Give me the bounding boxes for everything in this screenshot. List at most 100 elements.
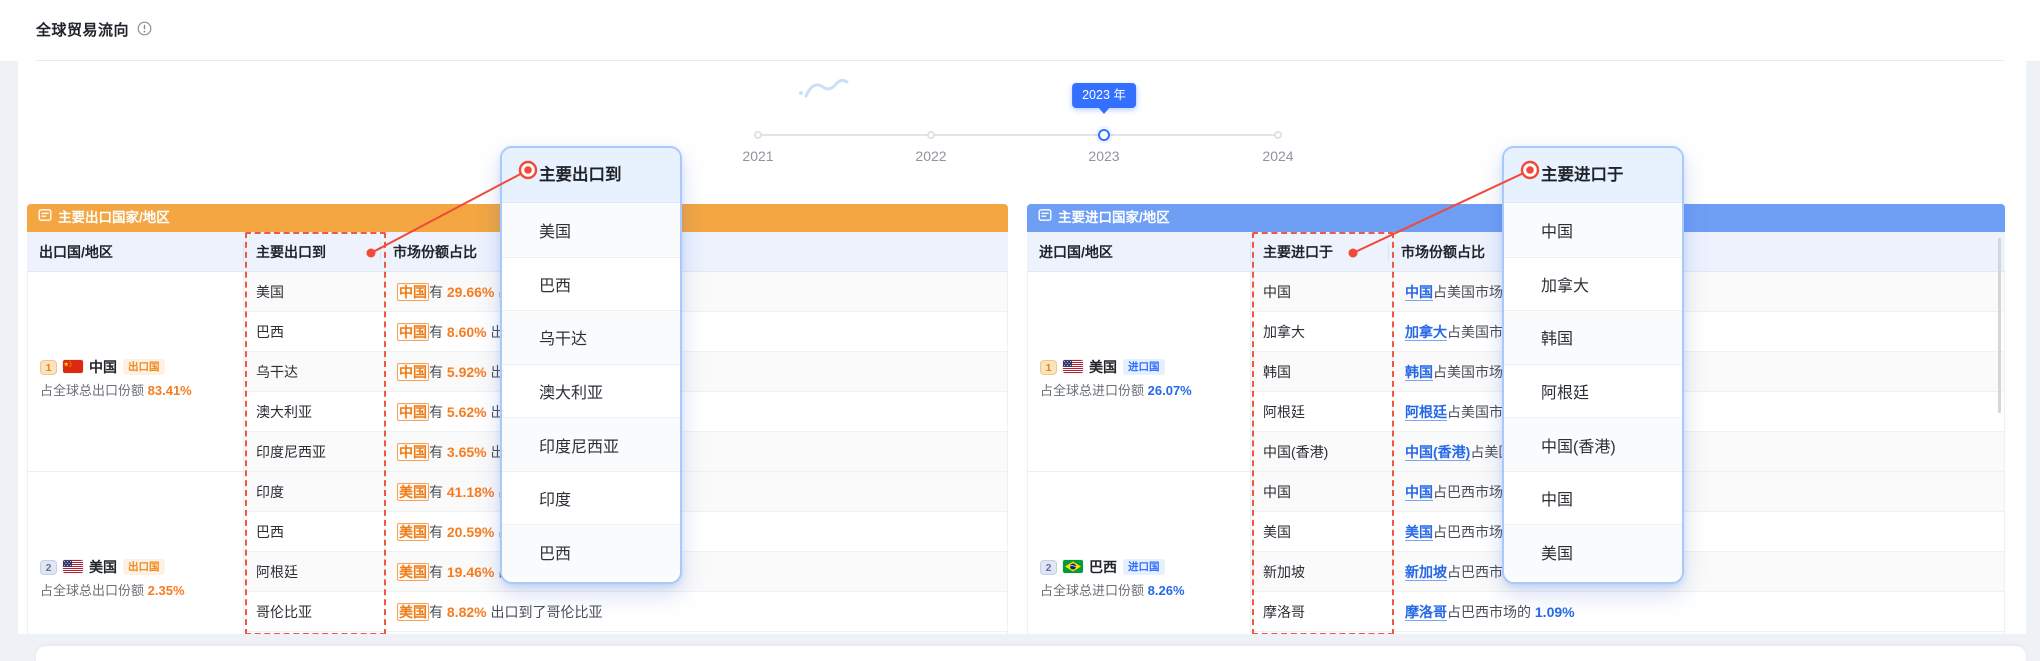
import-source-popup[interactable]: 主要进口于 中国加拿大韩国阿根廷中国(香港)中国美国	[1502, 146, 1684, 584]
country-name: 美国	[89, 557, 117, 577]
popup-menu-item[interactable]: 乌干达	[502, 311, 680, 365]
country-highlight[interactable]: 中国	[397, 283, 429, 301]
country-highlight[interactable]: 中国(香港)	[1405, 444, 1470, 461]
page-title: 全球贸易流向	[36, 19, 129, 40]
popup-menu-item[interactable]: 印度尼西亚	[502, 418, 680, 472]
country-highlight[interactable]: 中国	[397, 443, 429, 461]
market-share-cell: 中国有 8.60% 出	[381, 312, 1007, 352]
partner-cell: 阿根廷	[244, 552, 381, 592]
popup-menu-item[interactable]: 美国	[1504, 525, 1682, 578]
popup-menu-item[interactable]: 阿根廷	[1504, 365, 1682, 419]
global-share-label: 占全球总进口份额	[1040, 383, 1144, 398]
popup-menu-item[interactable]: 巴西	[502, 525, 680, 578]
country-highlight[interactable]: 中国	[397, 323, 429, 341]
country-group-cell: 2巴西进口国占全球总进口份额 8.26%	[1028, 472, 1251, 634]
timeline-tick[interactable]	[1274, 131, 1282, 139]
global-share-line: 占全球总进口份额 26.07%	[1040, 382, 1250, 400]
global-share-label: 占全球总进口份额	[1040, 583, 1144, 598]
global-share-value: 8.26%	[1148, 583, 1185, 598]
country-highlight[interactable]: 韩国	[1405, 364, 1433, 381]
column-header-2: 市场份额占比	[1388, 242, 2003, 262]
flag-icon-br	[1063, 558, 1083, 576]
country-highlight[interactable]: 摩洛哥	[1405, 604, 1447, 621]
country-highlight[interactable]: 中国	[1405, 284, 1433, 301]
flag-icon-us	[63, 558, 83, 576]
global-share-label: 占全球总出口份额	[40, 383, 144, 398]
partner-cell: 摩洛哥	[1251, 592, 1389, 632]
share-percent: 29.66%	[447, 284, 494, 300]
market-share-cell: 中国有 29.66% 出	[381, 272, 1007, 312]
partner-cell: 新加坡	[1251, 552, 1389, 592]
global-share-line: 占全球总出口份额 2.35%	[40, 582, 243, 600]
partner-cell: 印度尼西亚	[244, 432, 381, 472]
partner-cell: 中国(香港)	[1251, 432, 1389, 472]
partner-cell: 印度	[244, 472, 381, 512]
share-percent: 8.82%	[447, 604, 487, 620]
country-name: 巴西	[1089, 557, 1117, 577]
popup-menu-item[interactable]: 印度	[502, 472, 680, 526]
partner-cell: 美国	[1251, 512, 1389, 552]
popup-menu-item[interactable]: 澳大利亚	[502, 365, 680, 419]
market-share-cell: 中国(香港)占美国市	[1389, 432, 2004, 472]
popup-menu-item[interactable]: 美国	[502, 204, 680, 258]
share-percent: 19.46%	[447, 564, 494, 580]
market-share-cell: 新加坡占巴西市场	[1389, 552, 2004, 592]
timeline-track[interactable]	[758, 134, 1278, 136]
popup-menu-item[interactable]: 中国	[1504, 204, 1682, 258]
partner-cell: 阿根廷	[1251, 392, 1389, 432]
country-highlight[interactable]: 中国	[397, 403, 429, 421]
global-share-value: 26.07%	[1148, 383, 1192, 398]
country-highlight[interactable]: 中国	[1405, 484, 1433, 501]
header-divider	[36, 60, 2004, 61]
partner-cell: 哥伦比亚	[244, 592, 381, 632]
timeline-handle[interactable]	[1098, 129, 1110, 141]
market-share-cell: 摩洛哥占巴西市场的 1.09%	[1389, 592, 2004, 632]
country-name: 美国	[1089, 357, 1117, 377]
role-tag: 进口国	[1123, 559, 1165, 575]
share-percent: 20.59%	[447, 524, 494, 540]
role-tag: 出口国	[123, 559, 165, 575]
panel-scrollbar-thumb[interactable]	[1998, 238, 2001, 413]
market-share-cell: 中国有 5.62% 出	[381, 392, 1007, 432]
share-percent: 5.92%	[447, 364, 487, 380]
country-highlight[interactable]: 新加坡	[1405, 564, 1447, 581]
country-title-line: 1美国进口国	[1040, 357, 1250, 377]
country-highlight[interactable]: 美国	[397, 483, 429, 501]
popup-menu-item[interactable]: 韩国	[1504, 311, 1682, 365]
popup-menu-item[interactable]: 加拿大	[1504, 258, 1682, 312]
export-destination-popup[interactable]: 主要出口到 美国巴西乌干达澳大利亚印度尼西亚印度巴西	[500, 146, 682, 584]
market-share-cell: 韩国占美国市场的	[1389, 352, 2004, 392]
timeline-tick[interactable]	[754, 131, 762, 139]
info-circle-icon[interactable]	[137, 21, 152, 36]
global-share-value: 2.35%	[148, 583, 185, 598]
popup-menu-item[interactable]: 中国	[1504, 472, 1682, 526]
timeline-tick[interactable]	[927, 131, 935, 139]
country-highlight[interactable]: 美国	[1405, 524, 1433, 541]
popup-menu-item[interactable]: 巴西	[502, 258, 680, 312]
timeline-year-label: 2024	[1238, 148, 1318, 164]
country-name: 中国	[89, 357, 117, 377]
partner-cell: 加拿大	[1251, 312, 1389, 352]
flag-icon-cn	[63, 358, 83, 376]
column-header-1: 主要进口于	[1250, 242, 1388, 262]
country-group-cell: 2美国出口国占全球总出口份额 2.35%	[28, 472, 244, 634]
partner-cell: 中国	[1251, 272, 1389, 312]
next-card-top-edge	[36, 646, 2026, 661]
column-header-0: 出口国/地区	[27, 242, 243, 262]
market-share-cell: 中国有 5.92% 出	[381, 352, 1007, 392]
country-highlight[interactable]: 加拿大	[1405, 324, 1447, 341]
share-percent: 3.65%	[447, 444, 487, 460]
partner-cell: 巴西	[244, 312, 381, 352]
global-share-line: 占全球总出口份额 83.41%	[40, 382, 243, 400]
column-header-0: 进口国/地区	[1027, 242, 1250, 262]
country-highlight[interactable]: 美国	[397, 563, 429, 581]
popup-menu-item[interactable]: 中国(香港)	[1504, 418, 1682, 472]
country-highlight[interactable]: 阿根廷	[1405, 404, 1447, 421]
market-share-cell: 加拿大占美国市场	[1389, 312, 2004, 352]
timeline-year-label: 2021	[718, 148, 798, 164]
market-share-cell: 中国占美国市场的	[1389, 272, 2004, 312]
country-highlight[interactable]: 中国	[397, 363, 429, 381]
country-highlight[interactable]: 美国	[397, 523, 429, 541]
country-highlight[interactable]: 美国	[397, 603, 429, 621]
partner-cell: 韩国	[1251, 352, 1389, 392]
